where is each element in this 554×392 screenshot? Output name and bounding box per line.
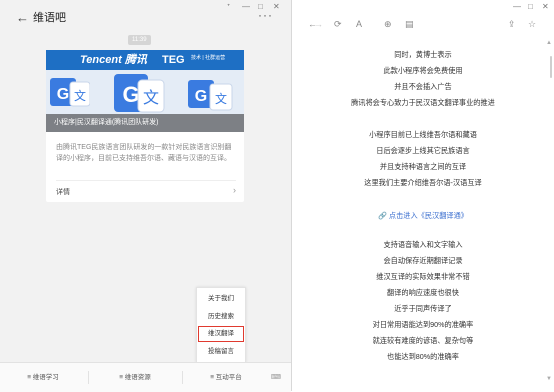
close-icon[interactable]: ✕ — [542, 2, 549, 11]
copy-link-icon[interactable]: ⊕ — [384, 19, 392, 29]
page-title: 维语吧 — [33, 12, 66, 24]
detail-link[interactable]: 详情 — [56, 187, 70, 197]
article-line: 同时，黄博士表示 — [394, 50, 452, 59]
article-line: 此款小程序将会免费使用 — [383, 66, 463, 75]
banner-caption: 小程序|民汉翻译通(腾讯团队研发) — [46, 114, 244, 132]
menu-separator — [182, 371, 183, 384]
article-line: 维汉互译的实际效果非常不错 — [376, 272, 470, 281]
menu-learn-uyghur[interactable]: ≡ 维语学习 — [8, 363, 78, 392]
article-line: 这里我们主要介绍维吾尔语-汉语互译 — [364, 178, 482, 187]
keyboard-icon[interactable]: ⌨ — [271, 363, 281, 392]
article-line: 腾讯将会专心致力于民汉语文翻译事业的推进 — [351, 98, 495, 107]
scroll-up-icon[interactable]: ▲ — [546, 40, 552, 46]
menu-separator — [88, 371, 89, 384]
teg-logo: TEG — [162, 54, 185, 66]
article-line: 并且支持种语言之间的互译 — [379, 162, 467, 171]
minimize-icon[interactable]: — — [513, 2, 521, 11]
article-banner: Tencent 腾讯 TEG 技术 | 社群运营 G 文 G 文 G 文 小程序… — [46, 50, 244, 132]
article-line: 就连较有难度的谚语、复杂句等 — [372, 336, 474, 345]
svg-text:G: G — [195, 88, 207, 105]
article-line: 翻译的响应速度也很快 — [387, 288, 459, 297]
scrollbar-thumb[interactable] — [550, 56, 552, 78]
svg-text:G: G — [122, 82, 139, 107]
mini-program-link[interactable]: 🔗 点击进入《民汉翻译通》 — [292, 211, 554, 221]
article-line: 小程序目前已上线维吾尔语和藏语 — [369, 130, 477, 139]
tencent-logo: Tencent 腾讯 — [80, 54, 147, 66]
article-reader: — □ ✕ ← → ⟳ A ⊕ ▤ ⇪ ☆ 同时，黄博士表示 此款小程序将会免费… — [292, 0, 554, 391]
translate-icon-right: G 文 — [188, 80, 233, 111]
font-size-icon[interactable]: A — [356, 19, 362, 29]
menu-item-history[interactable]: 历史搜索 — [197, 308, 245, 326]
refresh-icon[interactable]: ⟳ — [334, 19, 342, 29]
card-divider — [56, 180, 236, 181]
article-line: 日后会逐步上线其它民族语言 — [376, 146, 470, 155]
menu-item-about[interactable]: 关于我们 — [197, 290, 245, 308]
menu-item-submit[interactable]: 投稿留言 — [197, 343, 245, 361]
article-line: 会自动保存近期翻译记录 — [383, 256, 463, 265]
menu-interaction[interactable]: ≡ 互动平台 — [188, 363, 264, 392]
maximize-icon[interactable]: □ — [528, 2, 533, 11]
article-line: 也能达到80%的准确率 — [387, 352, 459, 361]
article-line: 支持语音输入和文字输入 — [383, 240, 463, 249]
open-browser-icon[interactable]: ▤ — [405, 19, 414, 29]
translate-icon: G 文 — [50, 78, 90, 107]
article-line: 近乎于同声传译了 — [394, 304, 452, 313]
chevron-right-icon: › — [233, 185, 236, 195]
teg-subtitle: 技术 | 社群运营 — [191, 55, 226, 61]
svg-text:文: 文 — [74, 88, 86, 103]
more-options-icon[interactable]: ··· — [258, 8, 273, 22]
svg-text:文: 文 — [143, 88, 159, 107]
menu-uyghur-resources[interactable]: ≡ 维语资源 — [95, 363, 175, 392]
title-bar: ← 维语吧 ··· — [0, 8, 291, 30]
article-line: 并且不会插入广告 — [394, 82, 452, 91]
forward-arrow-icon[interactable]: → — [314, 19, 323, 29]
chat-window: ᐩ — □ ✕ ← 维语吧 ··· 11:39 Tencent 腾讯 TEG 技… — [0, 0, 291, 392]
share-icon[interactable]: ⇪ — [508, 19, 516, 29]
article-description: 由腾讯TEG民族语言团队研发的一款针对民族语言识别翻译的小程序，目前已支持维吾尔… — [56, 144, 232, 162]
svg-text:G: G — [57, 86, 69, 103]
favorite-icon[interactable]: ☆ — [528, 19, 536, 29]
back-arrow-icon[interactable]: ← — [16, 10, 29, 26]
svg-text:文: 文 — [215, 91, 227, 106]
scroll-down-icon[interactable]: ▼ — [546, 376, 552, 382]
timestamp-badge: 11:39 — [128, 35, 151, 45]
menu-item-translate[interactable]: 维汉翻译 — [197, 325, 245, 343]
article-card[interactable]: Tencent 腾讯 TEG 技术 | 社群运营 G 文 G 文 G 文 小程序… — [46, 50, 244, 202]
article-line: 对日常用语能达到90%的准确率 — [372, 320, 474, 329]
popup-menu: 关于我们 历史搜索 维汉翻译 投稿留言 — [196, 287, 246, 363]
bottom-menu-bar: ≡ 维语学习 ≡ 维语资源 ≡ 互动平台 ⌨ — [0, 362, 291, 392]
